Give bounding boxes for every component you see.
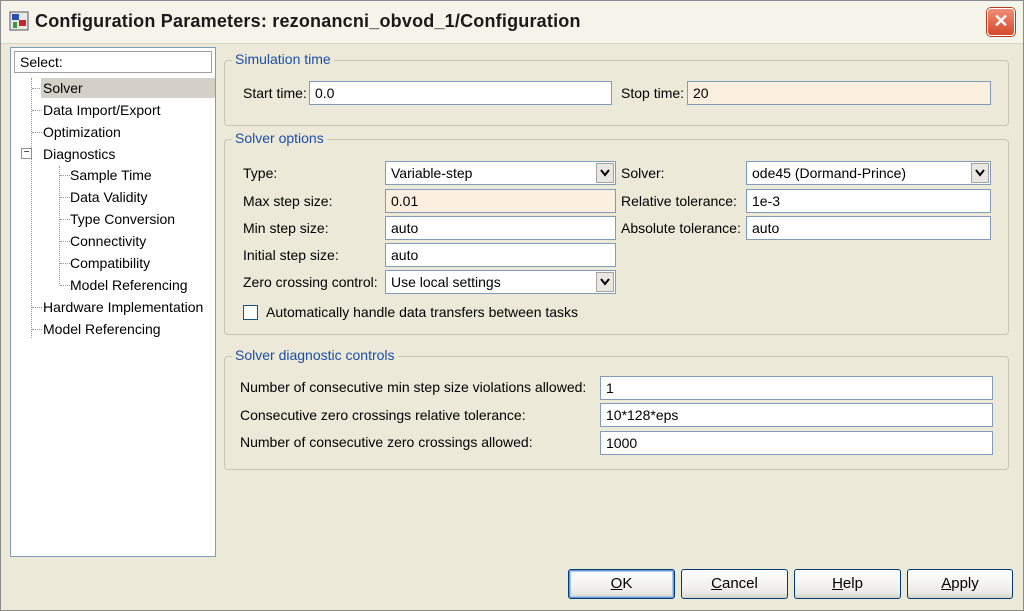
- ok-button[interactable]: OK: [568, 569, 675, 599]
- tree-item-sample-time[interactable]: Sample Time: [70, 165, 152, 185]
- simulink-config-icon: [9, 11, 29, 31]
- min-step-field[interactable]: auto: [385, 216, 616, 240]
- tree-connector: [60, 285, 70, 286]
- apply-label: pply: [951, 575, 979, 592]
- absolute-tolerance-label: Absolute tolerance:: [621, 220, 741, 236]
- max-step-label: Max step size:: [243, 193, 333, 209]
- tree-connector: [60, 219, 70, 220]
- cancel-button[interactable]: Cancel: [681, 569, 788, 599]
- help-mnemonic: H: [832, 575, 843, 592]
- chevron-down-icon[interactable]: [596, 272, 614, 292]
- solver-options-legend: Solver options: [232, 130, 327, 146]
- zero-crossing-label: Zero crossing control:: [243, 274, 378, 290]
- relative-tolerance-field[interactable]: 1e-3: [746, 189, 991, 213]
- close-icon[interactable]: ✕: [987, 8, 1015, 36]
- min-step-label: Min step size:: [243, 220, 329, 236]
- tree-item-diagnostics[interactable]: Diagnostics: [43, 144, 115, 164]
- collapse-icon[interactable]: −: [21, 148, 32, 159]
- tree-connector: [32, 329, 42, 330]
- tree-connector: [60, 263, 70, 264]
- tree-item-data-import-export[interactable]: Data Import/Export: [43, 100, 161, 120]
- solver-select-value: ode45 (Dormand-Prince): [752, 165, 907, 181]
- zc-rel-tol-field[interactable]: 10*128*eps: [600, 403, 993, 427]
- tree-item-type-conversion[interactable]: Type Conversion: [70, 209, 175, 229]
- tree-item-data-validity[interactable]: Data Validity: [70, 187, 148, 207]
- tree-connector: [32, 110, 42, 111]
- help-label: elp: [842, 575, 863, 592]
- tree-item-solver[interactable]: Solver: [41, 78, 215, 98]
- diagnostic-controls-legend: Solver diagnostic controls: [232, 347, 398, 363]
- auto-transfer-label: Automatically handle data transfers betw…: [266, 304, 579, 320]
- apply-mnemonic: A: [941, 575, 952, 592]
- initial-step-label: Initial step size:: [243, 247, 339, 263]
- chevron-down-icon[interactable]: [596, 163, 614, 183]
- tree-item-compatibility[interactable]: Compatibility: [70, 253, 150, 273]
- tree-connector: [59, 166, 60, 284]
- zc-rel-tol-label: Consecutive zero crossings relative tole…: [240, 407, 526, 423]
- stop-time-field[interactable]: 20: [687, 81, 991, 105]
- zc-allowed-field[interactable]: 1000: [600, 431, 993, 455]
- tree-item-connectivity[interactable]: Connectivity: [70, 231, 146, 251]
- type-select-value: Variable-step: [391, 165, 473, 181]
- tree-header: Select:: [14, 51, 212, 73]
- type-label: Type:: [243, 165, 278, 181]
- tree-item-model-referencing-diag[interactable]: Model Referencing: [70, 275, 188, 295]
- zero-crossing-select-value: Use local settings: [391, 274, 501, 290]
- cancel-mnemonic: C: [711, 575, 722, 592]
- stop-time-label: Stop time:: [621, 85, 685, 101]
- tree-item-optimization[interactable]: Optimization: [43, 122, 121, 142]
- simulation-time-legend: Simulation time: [232, 51, 334, 67]
- tree-item-model-referencing[interactable]: Model Referencing: [43, 319, 161, 339]
- type-select[interactable]: Variable-step: [385, 161, 616, 185]
- ok-mnemonic: O: [610, 575, 623, 592]
- ok-label: K: [622, 575, 633, 592]
- tree-connector: [32, 132, 42, 133]
- config-dialog: Configuration Parameters: rezonancni_obv…: [0, 0, 1024, 611]
- initial-step-field[interactable]: auto: [385, 243, 616, 267]
- absolute-tolerance-field[interactable]: auto: [746, 216, 991, 240]
- min-step-violations-field[interactable]: 1: [600, 376, 993, 400]
- cancel-label: ancel: [721, 575, 758, 592]
- tree-connector: [60, 175, 70, 176]
- zc-allowed-label: Number of consecutive zero crossings all…: [240, 434, 533, 450]
- auto-transfer-checkbox[interactable]: [243, 305, 258, 320]
- title-bar[interactable]: Configuration Parameters: rezonancni_obv…: [1, 1, 1023, 44]
- solver-select[interactable]: ode45 (Dormand-Prince): [746, 161, 991, 185]
- tree-connector: [60, 241, 70, 242]
- tree-connector: [60, 197, 70, 198]
- relative-tolerance-label: Relative tolerance:: [621, 193, 737, 209]
- window-title: Configuration Parameters: rezonancni_obv…: [35, 11, 581, 31]
- solver-label: Solver:: [621, 165, 665, 181]
- chevron-down-icon[interactable]: [971, 163, 989, 183]
- start-time-label: Start time:: [243, 85, 307, 101]
- apply-button[interactable]: Apply: [907, 569, 1013, 599]
- category-tree[interactable]: Select: Solver Data Import/Export Optimi…: [10, 47, 216, 557]
- zero-crossing-select[interactable]: Use local settings: [385, 270, 616, 294]
- start-time-field[interactable]: 0.0: [309, 81, 612, 105]
- max-step-field[interactable]: 0.01: [385, 189, 616, 213]
- tree-connector: [32, 307, 42, 308]
- min-step-violations-label: Number of consecutive min step size viol…: [240, 379, 587, 395]
- help-button[interactable]: Help: [794, 569, 901, 599]
- tree-item-hardware-implementation[interactable]: Hardware Implementation: [43, 297, 203, 317]
- tree-connector: [31, 78, 32, 338]
